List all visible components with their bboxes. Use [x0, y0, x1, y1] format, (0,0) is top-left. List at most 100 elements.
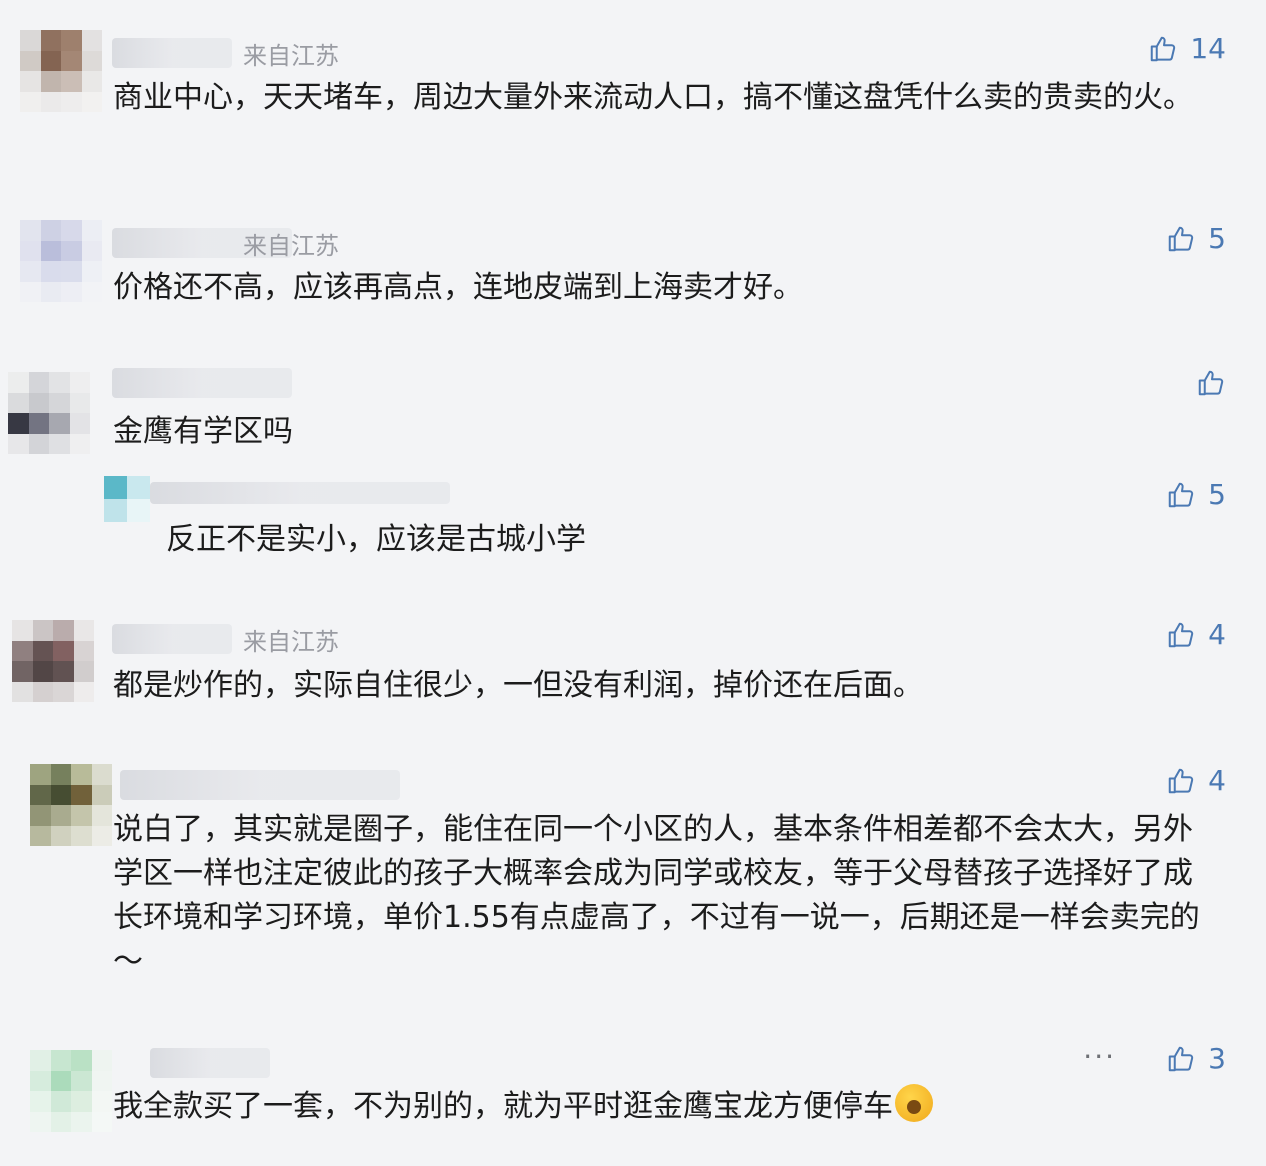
avatar-pixel: [50, 1091, 71, 1112]
avatar-pixel: [61, 30, 82, 51]
thumbs-up-icon: [1166, 620, 1196, 650]
avatar-pixel: [50, 825, 71, 846]
avatar-pixel: [20, 240, 41, 261]
like-count: 5: [1208, 222, 1226, 255]
avatar-pixel: [71, 805, 92, 826]
avatar-pixel: [69, 413, 90, 434]
comment-text: 都是炒作的，实际自住很少，一但没有利润，掉价还在后面。: [113, 668, 923, 703]
like-button[interactable]: 5: [1166, 478, 1226, 511]
avatar[interactable]: [30, 1050, 112, 1132]
avatar-pixel: [91, 805, 112, 826]
avatar-pixel: [61, 240, 82, 261]
avatar-pixel: [73, 620, 94, 641]
avatar-pixel: [30, 805, 51, 826]
comment-text: 商业中心，天天堵车，周边大量外来流动人口，搞不懂这盘凭什么卖的贵卖的火。: [113, 80, 1193, 115]
avatar-pixel: [40, 240, 61, 261]
avatar-pixel: [91, 825, 112, 846]
comment-text: 说白了，其实就是圈子，能住在同一个小区的人，基本条件相差都不会太大，另外学区一样…: [113, 812, 1200, 979]
comment-text: 金鹰有学区吗: [113, 414, 293, 449]
username-blurred[interactable]: [112, 624, 232, 654]
avatar-pixel: [81, 281, 102, 302]
avatar-pixel: [30, 1111, 51, 1132]
reply-text: 反正不是实小，应该是古城小学: [166, 522, 586, 557]
avatar-pixel: [73, 661, 94, 682]
avatar-pixel: [69, 372, 90, 393]
more-options-button[interactable]: ···: [1083, 1040, 1116, 1073]
like-count: 4: [1208, 764, 1226, 797]
avatar-pixel: [50, 1070, 71, 1091]
avatar-pixel: [71, 784, 92, 805]
avatar-pixel: [61, 281, 82, 302]
avatar-pixel: [50, 784, 71, 805]
avatar-pixel: [30, 1091, 51, 1112]
avatar-pixel: [12, 681, 33, 702]
avatar-pixel: [20, 91, 41, 112]
thumbs-up-icon: [1166, 224, 1196, 254]
location-label: 来自江苏: [243, 42, 339, 70]
avatar-pixel: [69, 392, 90, 413]
avatar-pixel: [20, 281, 41, 302]
avatar-pixel: [12, 620, 33, 641]
username-blurred[interactable]: [112, 368, 292, 398]
location-label: 来自江苏: [243, 628, 339, 656]
avatar-pixel: [12, 640, 33, 661]
avatar-pixel: [8, 372, 29, 393]
avatar-pixel: [91, 1050, 112, 1071]
avatar-pixel: [30, 825, 51, 846]
avatar-pixel: [20, 71, 41, 92]
avatar[interactable]: [20, 30, 102, 112]
avatar-pixel: [32, 620, 53, 641]
avatar-pixel: [91, 1111, 112, 1132]
avatar-pixel: [40, 50, 61, 71]
avatar-pixel: [81, 220, 102, 241]
avatar-pixel: [30, 1050, 51, 1071]
avatar-pixel: [40, 261, 61, 282]
thumbs-up-icon: [1148, 34, 1178, 64]
username-blurred[interactable]: [120, 770, 400, 800]
avatar-pixel: [61, 50, 82, 71]
like-count: 3: [1208, 1042, 1226, 1075]
like-button[interactable]: 4: [1166, 618, 1226, 651]
avatar-pixel: [61, 71, 82, 92]
avatar-pixel: [73, 640, 94, 661]
avatar[interactable]: [12, 620, 94, 702]
like-count: 14: [1190, 32, 1226, 65]
avatar-pixel: [61, 261, 82, 282]
like-button[interactable]: 14: [1148, 32, 1226, 65]
username-blurred[interactable]: [112, 38, 232, 68]
avatar[interactable]: [104, 476, 150, 522]
avatar-pixel: [20, 30, 41, 51]
avatar-pixel: [81, 50, 102, 71]
avatar-pixel: [61, 91, 82, 112]
username-blurred[interactable]: [150, 1048, 270, 1078]
avatar-pixel: [127, 476, 150, 499]
avatar-pixel: [71, 764, 92, 785]
avatar-pixel: [50, 1111, 71, 1132]
avatar[interactable]: [20, 220, 102, 302]
avatar-pixel: [91, 1070, 112, 1091]
comment-text: 价格还不高，应该再高点，连地皮端到上海卖才好。: [113, 270, 803, 305]
avatar-pixel: [20, 50, 41, 71]
avatar[interactable]: [8, 372, 90, 454]
avatar-pixel: [49, 392, 70, 413]
avatar-pixel: [28, 413, 49, 434]
like-button[interactable]: 3: [1166, 1042, 1226, 1075]
avatar-pixel: [30, 764, 51, 785]
avatar-pixel: [40, 220, 61, 241]
avatar-pixel: [81, 30, 102, 51]
like-button[interactable]: 5: [1166, 222, 1226, 255]
avatar-pixel: [32, 661, 53, 682]
like-button[interactable]: 4: [1166, 764, 1226, 797]
avatar-pixel: [40, 71, 61, 92]
like-button[interactable]: [1196, 368, 1226, 398]
avatar-pixel: [50, 764, 71, 785]
thumbs-up-icon: [1196, 368, 1226, 398]
username-blurred[interactable]: [150, 482, 450, 504]
avatar-pixel: [91, 784, 112, 805]
avatar-pixel: [104, 499, 127, 522]
avatar-pixel: [73, 681, 94, 702]
avatar-pixel: [71, 1091, 92, 1112]
avatar[interactable]: [30, 764, 112, 846]
avatar-pixel: [8, 413, 29, 434]
avatar-pixel: [12, 661, 33, 682]
